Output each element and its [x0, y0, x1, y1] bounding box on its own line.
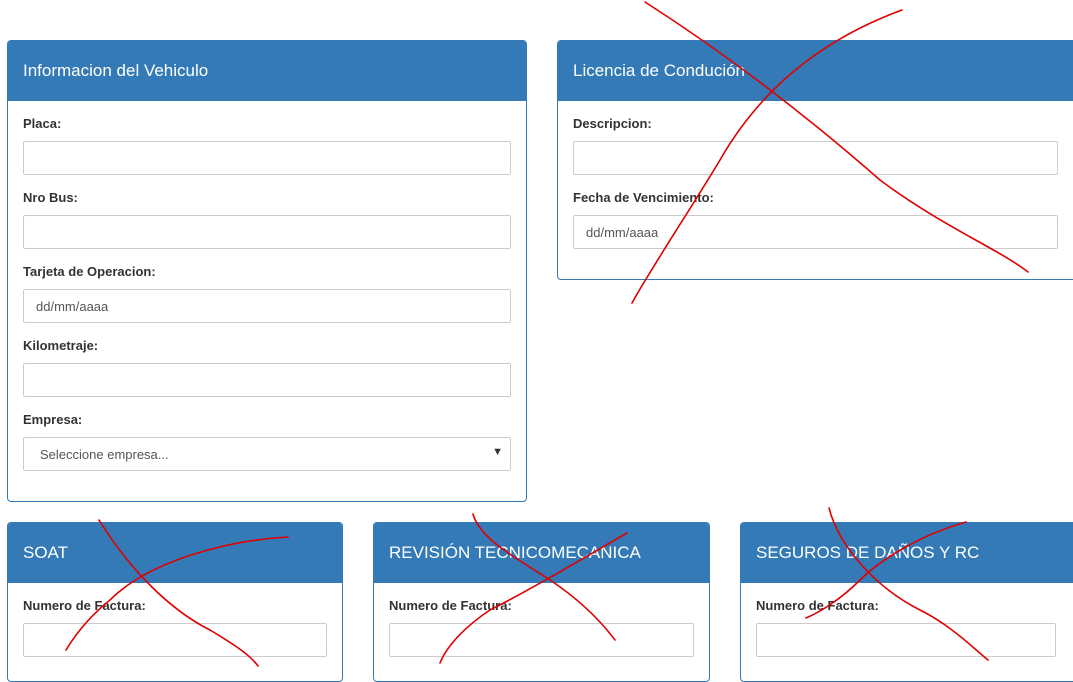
empresa-label: Empresa: — [23, 412, 83, 427]
soat-panel: SOAT Numero de Factura: — [7, 522, 343, 682]
seguros-title: SEGUROS DE DAÑOS Y RC — [756, 543, 980, 562]
seguros-panel: SEGUROS DE DAÑOS Y RC Numero de Factura: — [740, 522, 1073, 682]
vehicle-info-panel: Informacion del Vehiculo Placa: Nro Bus:… — [7, 40, 527, 502]
tarjeta-operacion-label: Tarjeta de Operacion: — [23, 264, 156, 279]
vehicle-info-heading: Informacion del Vehiculo — [8, 41, 526, 101]
seguros-factura-input[interactable] — [756, 623, 1056, 657]
kilometraje-label: Kilometraje: — [23, 338, 99, 353]
kilometraje-input[interactable] — [23, 363, 511, 397]
revision-heading: REVISIÓN TECNICOMECANICA — [374, 523, 709, 583]
soat-factura-input[interactable] — [23, 623, 327, 657]
soat-heading: SOAT — [8, 523, 342, 583]
vehicle-info-title: Informacion del Vehiculo — [23, 61, 209, 80]
revision-factura-label: Numero de Factura: — [389, 598, 512, 613]
fecha-vencimiento-label: Fecha de Vencimiento: — [573, 190, 714, 205]
empresa-selected-value: Seleccione empresa... — [40, 446, 169, 462]
seguros-heading: SEGUROS DE DAÑOS Y RC — [741, 523, 1073, 583]
empresa-select[interactable]: Seleccione empresa... ▼ — [23, 437, 511, 471]
fecha-vencimiento-date-input[interactable] — [573, 215, 1058, 249]
nro-bus-label: Nro Bus: — [23, 190, 78, 205]
descripcion-label: Descripcion: — [573, 116, 652, 131]
soat-factura-label: Numero de Factura: — [23, 598, 146, 613]
placa-label: Placa: — [23, 116, 62, 131]
revision-factura-input[interactable] — [389, 623, 694, 657]
license-heading: Licencia de Condución — [558, 41, 1073, 101]
descripcion-input[interactable] — [573, 141, 1058, 175]
license-title: Licencia de Condución — [573, 61, 746, 80]
revision-title: REVISIÓN TECNICOMECANICA — [389, 543, 641, 562]
seguros-factura-label: Numero de Factura: — [756, 598, 879, 613]
tarjeta-operacion-date-input[interactable] — [23, 289, 511, 323]
license-panel: Licencia de Condución Descripcion: Fecha… — [557, 40, 1073, 280]
revision-panel: REVISIÓN TECNICOMECANICA Numero de Factu… — [373, 522, 710, 682]
chevron-down-icon: ▼ — [492, 446, 503, 458]
soat-title: SOAT — [23, 543, 69, 562]
nro-bus-input[interactable] — [23, 215, 511, 249]
placa-input[interactable] — [23, 141, 511, 175]
